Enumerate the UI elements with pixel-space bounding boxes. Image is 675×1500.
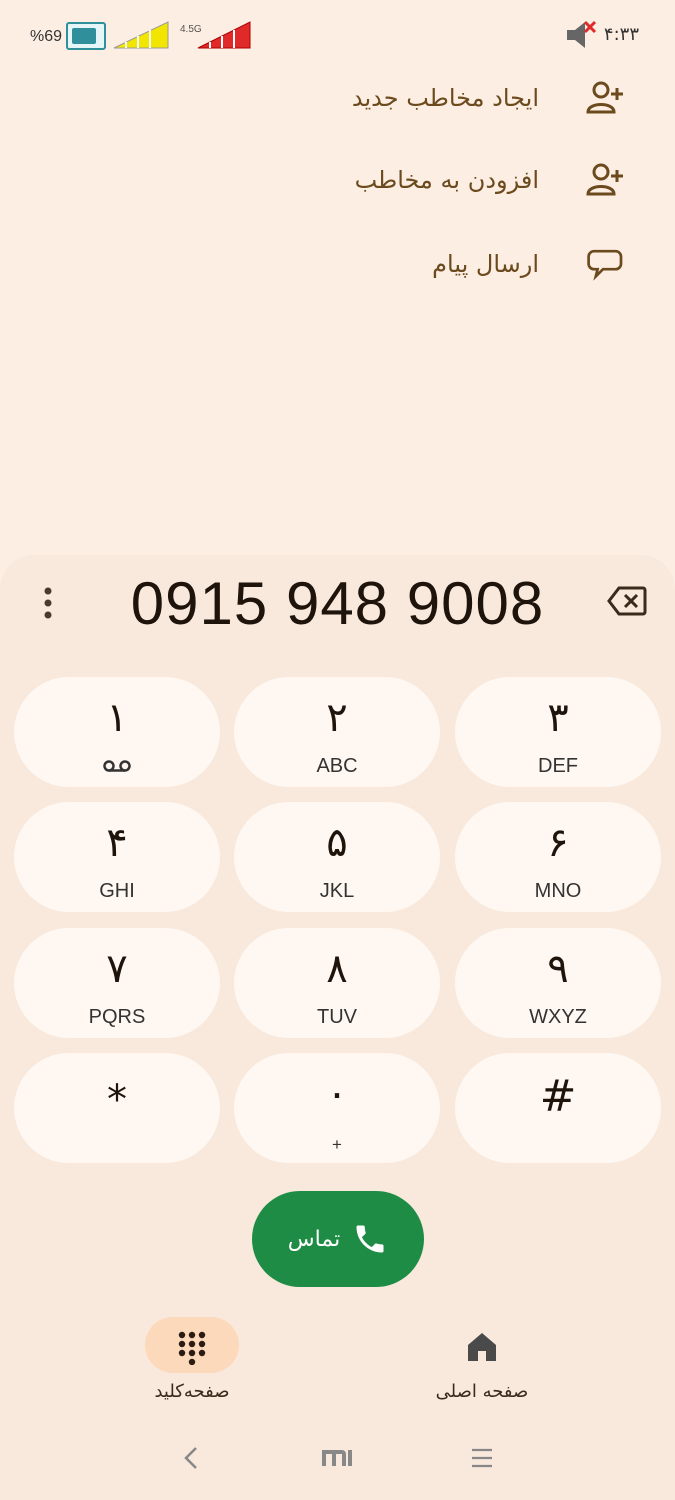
key-letters: DEF bbox=[538, 755, 578, 777]
key-digit: ۶ bbox=[547, 820, 569, 866]
key-5[interactable]: ۵ JKL bbox=[234, 802, 440, 912]
key-letters: JKL bbox=[319, 880, 355, 902]
create-new-contact-action[interactable]: ایجاد مخاطب جدید bbox=[225, 74, 625, 122]
nav-home-label: صفحه اصلی bbox=[435, 1381, 529, 1402]
key-letters: + bbox=[332, 1135, 342, 1154]
more-options-icon[interactable] bbox=[36, 583, 60, 623]
key-hash[interactable]: # bbox=[455, 1053, 661, 1163]
menu-icon[interactable] bbox=[462, 1440, 502, 1476]
phone-icon bbox=[356, 1225, 384, 1253]
speaker-muted-icon bbox=[567, 20, 597, 48]
mi-home-icon[interactable] bbox=[316, 1440, 356, 1476]
voicemail-icon bbox=[103, 760, 131, 772]
action-label: ارسال پیام bbox=[432, 250, 539, 278]
call-label: تماس bbox=[287, 1226, 341, 1252]
key-7[interactable]: ۷ PQRS bbox=[14, 928, 220, 1038]
signal-strength-icon bbox=[113, 21, 169, 49]
battery-percent: %69 bbox=[30, 28, 63, 45]
key-letters: MNO bbox=[534, 880, 582, 902]
key-letters: TUV bbox=[317, 1006, 357, 1028]
key-letters: PQRS bbox=[88, 1006, 146, 1028]
key-0[interactable]: ۰ + bbox=[234, 1053, 440, 1163]
key-6[interactable]: ۶ MNO bbox=[455, 802, 661, 912]
nav-keypad[interactable]: صفحه‌کلید bbox=[92, 1317, 292, 1417]
nav-home[interactable]: صفحه اصلی bbox=[382, 1317, 582, 1417]
key-digit: * bbox=[107, 1077, 127, 1123]
home-icon bbox=[468, 1333, 496, 1361]
key-8[interactable]: ۸ TUV bbox=[234, 928, 440, 1038]
key-letters: GHI bbox=[99, 880, 135, 902]
action-label: افزودن به مخاطب bbox=[354, 166, 539, 194]
key-digit: ۱ bbox=[106, 695, 128, 741]
clock: ۴:۳۳ bbox=[603, 24, 639, 45]
dialpad-icon bbox=[178, 1331, 206, 1365]
key-digit: ۹ bbox=[547, 946, 569, 992]
key-digit: ۰ bbox=[326, 1071, 348, 1117]
person-add-icon bbox=[586, 81, 623, 114]
key-star[interactable]: * bbox=[14, 1053, 220, 1163]
back-icon[interactable] bbox=[172, 1440, 212, 1476]
dialer-panel: 0915 948 9008 ۱ ۲ ABC ۳ DEF ۴ GHI ۵ JKL … bbox=[0, 555, 675, 1500]
key-digit: ۲ bbox=[326, 695, 348, 741]
send-message-action[interactable]: ارسال پیام bbox=[225, 240, 625, 288]
battery-icon bbox=[66, 22, 106, 50]
key-letters: WXYZ bbox=[529, 1006, 587, 1028]
action-label: ایجاد مخاطب جدید bbox=[351, 84, 539, 112]
key-digit: ۷ bbox=[106, 946, 128, 992]
signal-strength-icon-2 bbox=[197, 21, 251, 49]
key-3[interactable]: ۳ DEF bbox=[455, 677, 661, 787]
number-row: 0915 948 9008 bbox=[0, 555, 675, 655]
person-add-icon bbox=[586, 163, 623, 196]
key-1[interactable]: ۱ bbox=[14, 677, 220, 787]
key-letters: ABC bbox=[316, 755, 358, 777]
key-digit: ۵ bbox=[326, 820, 348, 866]
add-to-contact-action[interactable]: افزودن به مخاطب bbox=[225, 156, 625, 204]
key-digit: ۸ bbox=[326, 946, 348, 992]
key-9[interactable]: ۹ WXYZ bbox=[455, 928, 661, 1038]
status-bar: %69 4.5G ۴:۳۳ bbox=[0, 0, 675, 72]
key-digit: ۳ bbox=[547, 695, 569, 741]
message-bubble-icon bbox=[587, 249, 623, 281]
call-button[interactable]: تماس bbox=[252, 1191, 424, 1287]
key-2[interactable]: ۲ ABC bbox=[234, 677, 440, 787]
key-4[interactable]: ۴ GHI bbox=[14, 802, 220, 912]
backspace-icon[interactable] bbox=[607, 585, 647, 617]
dialed-number[interactable]: 0915 948 9008 bbox=[80, 569, 595, 638]
key-digit: ۴ bbox=[106, 820, 128, 866]
nav-keypad-label: صفحه‌کلید bbox=[154, 1381, 230, 1402]
key-digit: # bbox=[539, 1071, 577, 1122]
